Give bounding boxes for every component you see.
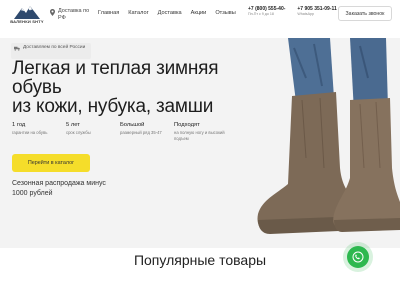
nav-item-promotions[interactable]: Акции <box>191 10 207 16</box>
mountain-logo-icon <box>14 6 40 19</box>
hero-banner: Доставляем по всей России Легкая и тепла… <box>0 38 400 248</box>
go-to-catalog-button[interactable]: Перейти в каталог <box>12 154 90 172</box>
phone-whatsapp[interactable]: +7 905 351-09-11 WhatsApp <box>297 6 336 17</box>
phones: +7 (800) 555-40- Пн-Пт с 9 до 18 +7 905 … <box>248 6 337 17</box>
site-header: ВАЛЕНКИ SHTY Доставка по РФ Главная Ката… <box>0 0 400 28</box>
nav-item-catalog[interactable]: Каталог <box>128 10 148 16</box>
phone-hours: Пн-Пт с 9 до 18 <box>248 12 274 16</box>
badge-text: Доставляем по всей России <box>23 45 86 50</box>
feature-desc: размерный ряд 35-47 <box>120 130 162 135</box>
features-list: 1 год гарантии на обувь 5 лет срок служб… <box>12 122 228 141</box>
feature-value: 5 лет <box>66 122 80 128</box>
feature-warranty: 1 год гарантии на обувь <box>12 122 66 141</box>
felt-boots-image <box>257 38 400 234</box>
callback-button[interactable]: Заказать звонок <box>338 6 392 21</box>
feature-value: 1 год <box>12 122 26 128</box>
main-nav: Главная Каталог Доставка Акции Отзывы <box>98 10 236 16</box>
feature-value: Большой <box>120 122 145 128</box>
nav-item-reviews[interactable]: Отзывы <box>215 10 236 16</box>
delivery-badge: Доставляем по всей России <box>11 43 91 59</box>
nav-item-home[interactable]: Главная <box>98 10 119 16</box>
phone-label: WhatsApp <box>297 12 314 16</box>
delivery-text: Доставка по РФ <box>58 8 90 21</box>
feature-sizes: Большой размерный ряд 35-47 <box>120 122 174 141</box>
truck-icon <box>14 46 20 51</box>
nav-item-delivery[interactable]: Доставка <box>158 10 182 16</box>
feature-desc: гарантии на обувь <box>12 130 48 135</box>
location-pin-icon <box>50 9 55 16</box>
phone-main[interactable]: +7 (800) 555-40- Пн-Пт с 9 до 18 <box>248 6 285 17</box>
feature-desc: срок службы <box>66 130 91 135</box>
sale-text: Сезонная распродажа минус 1000 рублей <box>12 180 106 197</box>
popular-products-title: Популярные товары <box>133 252 267 268</box>
delivery-location[interactable]: Доставка по РФ <box>50 8 94 22</box>
logo-text: ВАЛЕНКИ SHTY <box>10 19 44 24</box>
feature-lifetime: 5 лет срок службы <box>66 122 120 141</box>
